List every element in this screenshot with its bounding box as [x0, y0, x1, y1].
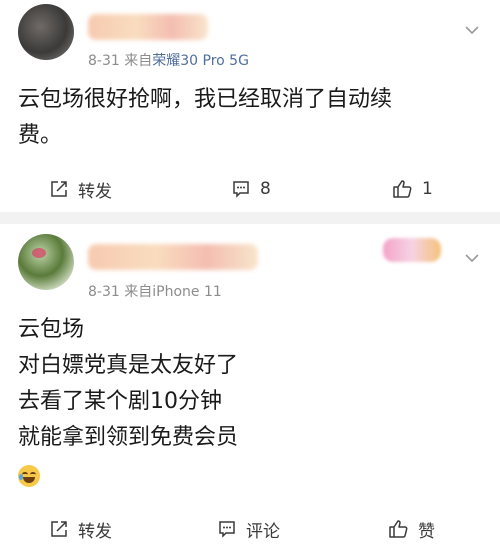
comment-count: 8	[260, 179, 271, 199]
source-prefix: 来自	[124, 284, 153, 300]
share-icon	[51, 181, 67, 197]
content-line: 云包场	[18, 317, 85, 342]
username-blurred[interactable]	[88, 244, 258, 270]
post-date: 8-31	[88, 53, 120, 69]
thumbs-up-icon	[389, 520, 408, 538]
weibo-post: 8-31 来自荣耀30 Pro 5G 云包场很好抢啊，我已经取消了自动续 费。 …	[0, 0, 500, 212]
like-count: 1	[422, 179, 433, 199]
content-line: 对白嫖党真是太友好了	[18, 353, 239, 378]
device-link[interactable]: 荣耀30 Pro 5G	[152, 53, 249, 69]
post-date: 8-31	[88, 284, 120, 300]
comment-button[interactable]: 评论	[218, 514, 280, 544]
content-line: 费。	[18, 123, 63, 148]
chevron-down-icon[interactable]	[464, 22, 480, 38]
like-label: 赞	[418, 521, 435, 542]
share-label: 转发	[78, 521, 112, 542]
weibo-post: 8-31 来自iPhone 11 云包场 对白嫖党真是太友好了 去看了某个剧10…	[0, 224, 500, 547]
content-line: 云包场很好抢啊，我已经取消了自动续	[18, 87, 393, 112]
share-button[interactable]: 转发	[50, 514, 112, 544]
share-label: 转发	[78, 181, 112, 202]
comment-icon	[233, 181, 249, 198]
action-bar: 转发 8 1	[0, 174, 500, 204]
thumbs-up-icon	[393, 180, 412, 198]
share-button[interactable]: 转发	[50, 174, 112, 204]
share-icon	[51, 521, 67, 537]
like-button[interactable]: 赞	[388, 514, 435, 544]
source-prefix: 来自	[124, 53, 153, 69]
post-content: 云包场 对白嫖党真是太友好了 去看了某个剧10分钟 就能拿到领到免费会员	[18, 312, 480, 492]
comment-icon	[219, 521, 235, 538]
content-line: 就能拿到领到免费会员	[18, 425, 239, 450]
post-content: 云包场很好抢啊，我已经取消了自动续 费。	[18, 82, 480, 154]
content-line: 去看了某个剧10分钟	[18, 389, 222, 414]
laugh-cry-emoji-icon	[18, 465, 40, 487]
device-label: iPhone 11	[152, 284, 222, 300]
post-meta: 8-31 来自荣耀30 Pro 5G	[88, 50, 249, 70]
decoration-badge	[383, 238, 441, 262]
chevron-down-icon[interactable]	[464, 250, 480, 266]
like-button[interactable]: 1	[392, 174, 433, 204]
comment-button[interactable]: 8	[232, 174, 271, 204]
action-bar: 转发 评论 赞	[0, 514, 500, 544]
avatar[interactable]	[18, 4, 74, 60]
comment-label: 评论	[246, 521, 280, 542]
username-blurred[interactable]	[88, 14, 208, 40]
post-meta: 8-31 来自iPhone 11	[88, 281, 222, 301]
avatar[interactable]	[18, 234, 74, 290]
post-separator	[0, 212, 500, 224]
